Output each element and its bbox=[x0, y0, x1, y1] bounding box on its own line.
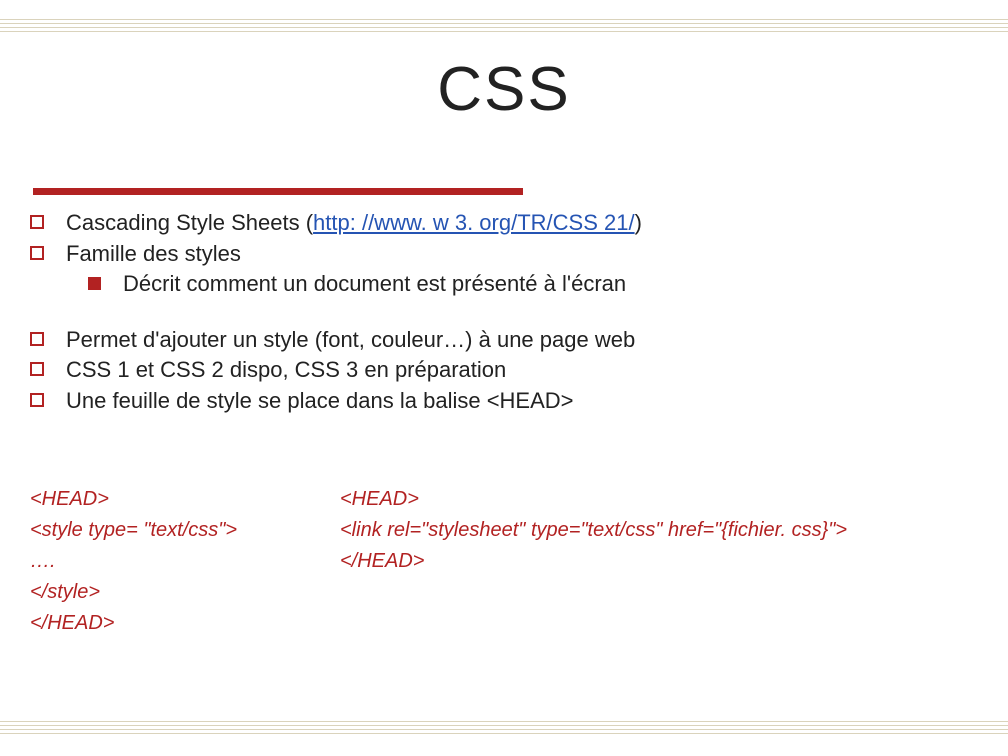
top-border-pattern bbox=[0, 16, 1008, 32]
code-line: …. bbox=[30, 546, 340, 577]
bullet-text: Une feuille de style se place dans la ba… bbox=[66, 387, 574, 415]
square-outline-bullet-icon bbox=[30, 215, 44, 229]
slide-title: CSS bbox=[0, 54, 1008, 125]
code-line: </style> bbox=[30, 577, 340, 608]
bullet-item: CSS 1 et CSS 2 dispo, CSS 3 en préparati… bbox=[30, 356, 978, 384]
code-line: <link rel="stylesheet" type="text/css" h… bbox=[340, 515, 988, 546]
code-examples: <HEAD> <style type= "text/css"> …. </sty… bbox=[30, 484, 988, 639]
bullet-item: Famille des styles bbox=[30, 240, 978, 268]
square-outline-bullet-icon bbox=[30, 393, 44, 407]
bullet-text: Cascading Style Sheets (http: //www. w 3… bbox=[66, 209, 642, 237]
bullet-text: Décrit comment un document est présenté … bbox=[123, 270, 626, 298]
square-filled-bullet-icon bbox=[88, 277, 101, 290]
bullet-text: Famille des styles bbox=[66, 240, 241, 268]
code-line: </HEAD> bbox=[30, 608, 340, 639]
css-spec-link[interactable]: http: //www. w 3. org/TR/CSS 21/ bbox=[313, 210, 635, 235]
code-example-link-stylesheet: <HEAD> <link rel="stylesheet" type="text… bbox=[340, 484, 988, 639]
bullet-item: Une feuille de style se place dans la ba… bbox=[30, 387, 978, 415]
square-outline-bullet-icon bbox=[30, 332, 44, 346]
square-outline-bullet-icon bbox=[30, 246, 44, 260]
sub-bullet-item: Décrit comment un document est présenté … bbox=[88, 270, 978, 298]
code-line: <HEAD> bbox=[30, 484, 340, 515]
bullet-text: Permet d'ajouter un style (font, couleur… bbox=[66, 326, 635, 354]
title-underline bbox=[33, 188, 523, 195]
code-line: <HEAD> bbox=[340, 484, 988, 515]
code-line: <style type= "text/css"> bbox=[30, 515, 340, 546]
slide-body: Cascading Style Sheets (http: //www. w 3… bbox=[30, 206, 978, 417]
bullet-item: Cascading Style Sheets (http: //www. w 3… bbox=[30, 209, 978, 237]
square-outline-bullet-icon bbox=[30, 362, 44, 376]
bullet-text: CSS 1 et CSS 2 dispo, CSS 3 en préparati… bbox=[66, 356, 506, 384]
code-example-inline-style: <HEAD> <style type= "text/css"> …. </sty… bbox=[30, 484, 340, 639]
bullet-item: Permet d'ajouter un style (font, couleur… bbox=[30, 326, 978, 354]
code-line: </HEAD> bbox=[340, 546, 988, 577]
slide: CSS Cascading Style Sheets (http: //www.… bbox=[0, 0, 1008, 756]
bottom-border-pattern bbox=[0, 718, 1008, 734]
